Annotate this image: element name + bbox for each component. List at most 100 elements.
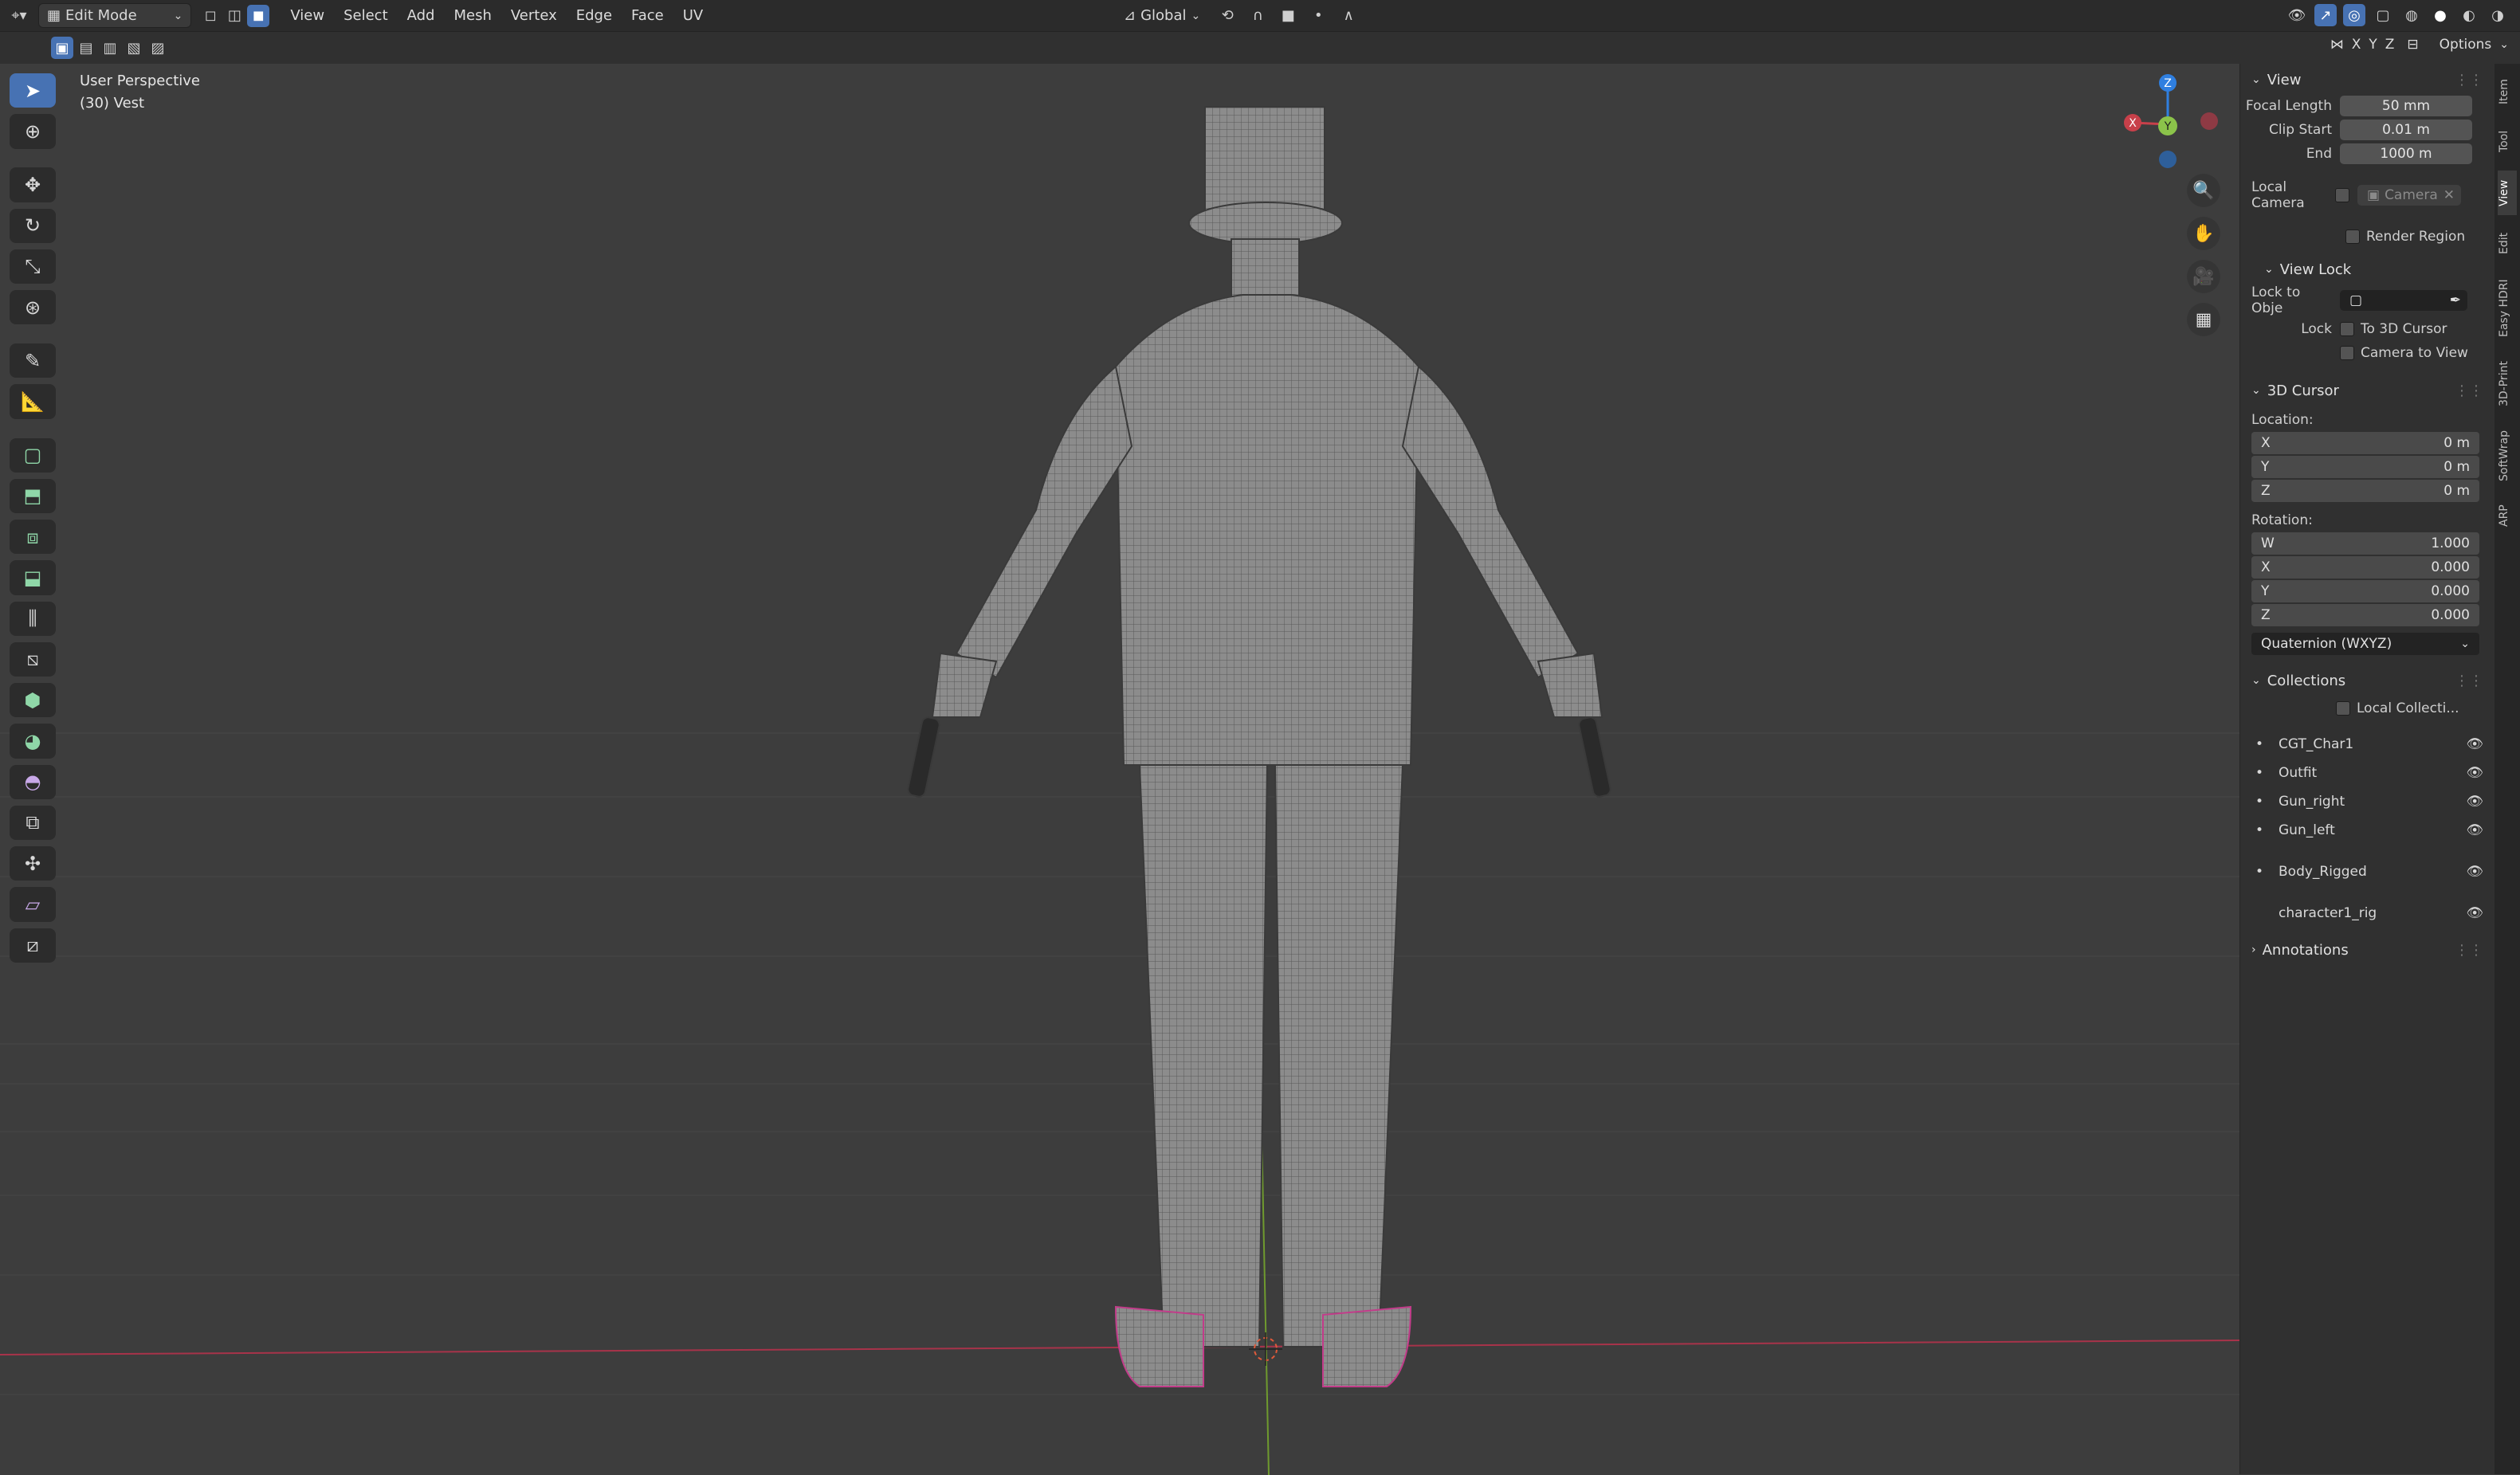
view-lock-header[interactable]: ⌄ View Lock [2240, 255, 2494, 284]
viewport-scene[interactable] [0, 0, 2239, 1475]
cursor-panel-header[interactable]: ⌄ 3D Cursor ⋮⋮ [2240, 376, 2494, 405]
local-collections-checkbox[interactable] [2336, 701, 2350, 716]
local-camera-row: Local Camera ▣ Camera ✕ [2240, 179, 2494, 211]
clip-start-field[interactable]: 0.01 m [2340, 120, 2472, 140]
cursor-rotation-z[interactable]: Z 0.000 [2251, 604, 2479, 626]
chevron-down-icon: ⌄ [2251, 674, 2261, 687]
annotate-tool[interactable]: ✎ [10, 343, 56, 379]
tab-tool[interactable]: Tool [2498, 121, 2517, 161]
local-camera-checkbox[interactable] [2335, 188, 2349, 202]
cursor-rotation-y[interactable]: Y 0.000 [2251, 580, 2479, 602]
ortho-toggle-icon[interactable]: ▦ [2187, 303, 2220, 336]
tab-item[interactable]: Item [2498, 72, 2517, 112]
annotations-panel-header[interactable]: › Annotations ⋮⋮ [2240, 936, 2494, 964]
bevel-tool[interactable]: ⬓ [10, 560, 56, 595]
eye-icon[interactable]: 👁 [2466, 905, 2483, 921]
poly-build-tool[interactable]: ⬢ [10, 683, 56, 718]
mirror-icon: ⋈ [2330, 37, 2344, 53]
lock-to-object-field[interactable]: ▢ ✒ [2340, 290, 2467, 311]
mirror-z-toggle[interactable]: Z [2385, 37, 2395, 53]
transform-tool[interactable]: ⊛ [10, 290, 56, 325]
auto-merge-icon[interactable]: ⊟ [2407, 37, 2418, 53]
gizmo-z-axis[interactable]: Z [2159, 74, 2177, 92]
shear-tool[interactable]: ▱ [10, 887, 56, 922]
pan-hand-icon[interactable]: ✋ [2187, 217, 2220, 250]
gizmo-neg-z[interactable] [2159, 151, 2177, 168]
eye-icon[interactable]: 👁 [2466, 765, 2483, 781]
collections-panel-header[interactable]: ⌄ Collections ⋮⋮ [2240, 666, 2494, 695]
rotate-tool[interactable]: ↻ [10, 208, 56, 243]
xray-icon[interactable]: ▢ [2372, 4, 2394, 26]
clip-end-field[interactable]: 1000 m [2340, 143, 2472, 164]
add-cube-tool[interactable]: ▢ [10, 437, 56, 473]
mirror-y-toggle[interactable]: Y [2369, 37, 2377, 53]
eye-icon[interactable]: 👁 [2466, 822, 2483, 838]
eye-icon[interactable]: 👁 [2466, 794, 2483, 810]
navigation-gizmo[interactable]: Z X Y [2112, 69, 2224, 180]
camera-field[interactable]: ▣ Camera ✕ [2357, 185, 2461, 206]
cursor-rotation-x[interactable]: X 0.000 [2251, 556, 2479, 579]
collection-item[interactable]: • CGT_Char1 👁 [2240, 730, 2494, 759]
overlay-toggle-icon[interactable]: ◎ [2343, 4, 2365, 26]
camera-view-icon[interactable]: 🎥 [2187, 260, 2220, 293]
cursor-location-z[interactable]: Z0 m [2251, 480, 2479, 502]
to-3d-cursor-checkbox[interactable] [2340, 322, 2354, 336]
tab-softwrap[interactable]: SoftWrap [2498, 424, 2517, 488]
gizmo-y-axis[interactable]: Y [2158, 116, 2177, 135]
shrink-fatten-tool[interactable]: ✣ [10, 846, 56, 881]
gizmo-toggle-icon[interactable]: ↗ [2314, 4, 2337, 26]
spin-tool[interactable]: ◕ [10, 724, 56, 759]
eyedropper-icon[interactable]: ✒ [2450, 292, 2461, 308]
edge-slide-tool[interactable]: ⧉ [10, 805, 56, 841]
collection-item[interactable]: character1_rig 👁 [2240, 899, 2494, 928]
scale-tool[interactable]: ⤡ [10, 249, 56, 284]
render-region-checkbox[interactable] [2345, 229, 2360, 244]
extrude-tool[interactable]: ⬒ [10, 478, 56, 514]
collection-item[interactable]: • Body_Rigged 👁 [2240, 857, 2494, 886]
drag-handle-icon[interactable]: ⋮⋮ [2455, 382, 2483, 399]
options-dropdown[interactable]: Options [2440, 37, 2492, 53]
select-box-tool[interactable]: ➤ [10, 73, 56, 108]
collection-item[interactable]: • Outfit 👁 [2240, 759, 2494, 787]
knife-tool[interactable]: ⧅ [10, 641, 56, 677]
inset-tool[interactable]: ⧈ [10, 520, 56, 555]
loop-cut-tool[interactable]: ⫼ [10, 601, 56, 636]
collection-item[interactable]: • Gun_right 👁 [2240, 787, 2494, 816]
wireframe-shading-icon[interactable]: ◍ [2400, 4, 2423, 26]
measure-tool[interactable]: 📐 [10, 384, 56, 419]
solid-shading-icon[interactable]: ● [2429, 4, 2451, 26]
drag-handle-icon[interactable]: ⋮⋮ [2455, 942, 2483, 959]
tab-arp[interactable]: ARP [2498, 496, 2517, 535]
smooth-tool[interactable]: ◓ [10, 764, 56, 799]
cursor-location-x[interactable]: X0 m [2251, 432, 2479, 454]
visibility-icon[interactable]: 👁 [2286, 4, 2308, 26]
drag-handle-icon[interactable]: ⋮⋮ [2455, 72, 2483, 88]
rendered-shading-icon[interactable]: ◑ [2487, 4, 2509, 26]
gizmo-x-axis[interactable]: X [2124, 114, 2141, 131]
svg-text:Y: Y [2164, 120, 2172, 133]
tab-view[interactable]: View [2498, 171, 2517, 215]
rip-region-tool[interactable]: ⧄ [10, 928, 56, 963]
eye-icon[interactable]: 👁 [2466, 864, 2483, 880]
collection-item[interactable]: • Gun_left 👁 [2240, 816, 2494, 845]
drag-handle-icon[interactable]: ⋮⋮ [2455, 673, 2483, 689]
focal-length-field[interactable]: 50 mm [2340, 96, 2472, 116]
rotation-mode-dropdown[interactable]: Quaternion (WXYZ) ⌄ [2251, 633, 2479, 655]
move-tool[interactable]: ✥ [10, 167, 56, 202]
tab-3d-print[interactable]: 3D-Print [2498, 352, 2517, 416]
cursor-tool[interactable]: ⊕ [10, 114, 56, 149]
mirror-x-toggle[interactable]: X [2352, 37, 2361, 53]
material-shading-icon[interactable]: ◐ [2458, 4, 2480, 26]
close-icon[interactable]: ✕ [2443, 187, 2455, 203]
cursor-rotation-w[interactable]: W 1.000 [2251, 532, 2479, 555]
tab-edit[interactable]: Edit [2498, 223, 2517, 263]
camera-to-view-checkbox[interactable] [2340, 346, 2354, 360]
cursor-location-y[interactable]: Y0 m [2251, 456, 2479, 478]
zoom-icon[interactable]: 🔍 [2187, 174, 2220, 207]
tab-easy-hdri[interactable]: Easy HDRI [2498, 273, 2517, 344]
lock-to-object-label: Lock to Obje [2251, 284, 2301, 316]
eye-icon[interactable]: 👁 [2466, 736, 2483, 752]
gizmo-neg-x[interactable] [2200, 112, 2218, 130]
svg-text:X: X [2129, 117, 2137, 130]
view-panel-header[interactable]: ⌄ View ⋮⋮ [2240, 65, 2494, 94]
